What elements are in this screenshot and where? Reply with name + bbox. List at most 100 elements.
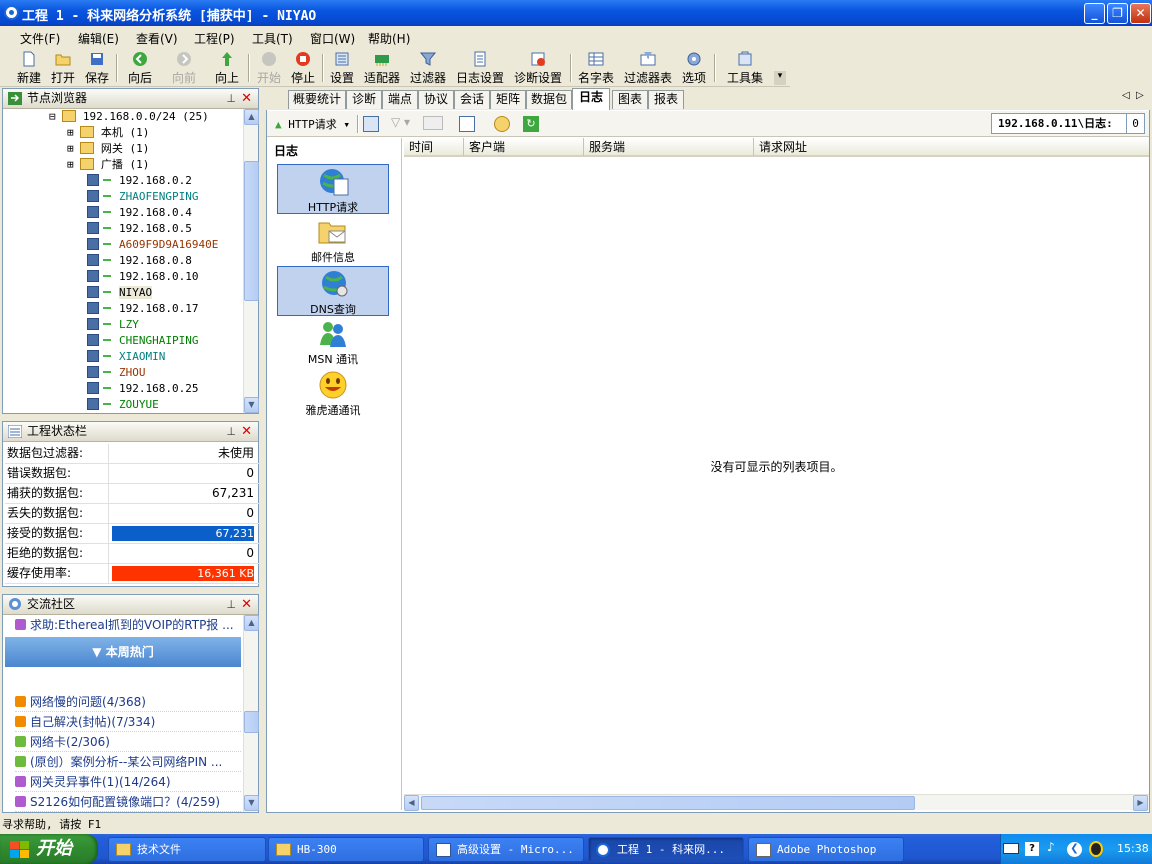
options-button[interactable]: 选项 <box>680 51 708 85</box>
toolbar-overflow-button[interactable]: ▾ <box>774 71 786 85</box>
tree-group[interactable]: ⊞ 广播 (1) <box>67 157 149 173</box>
node-item[interactable]: A609F9D9A16940E <box>87 237 218 253</box>
hot-topic-link[interactable]: 自己解决(封帖)(7/334) <box>15 712 241 732</box>
qq-icon[interactable] <box>1089 841 1103 857</box>
tab-scroll-right-icon[interactable]: ▷ <box>1136 90 1144 101</box>
node-item[interactable]: 192.168.0.2 <box>87 173 192 189</box>
nav-dns-query[interactable]: DNS查询 <box>277 266 389 316</box>
filter-disabled-icon[interactable]: ▽ ▾ <box>391 115 410 129</box>
scroll-down-button[interactable]: ▼ <box>244 795 259 811</box>
nav-yahoo-messenger[interactable]: 雅虎通通讯 <box>277 368 389 418</box>
node-item[interactable]: 192.168.0.4 <box>87 205 192 221</box>
node-tree[interactable]: ⊟ 192.168.0.0/24 (25) ⊞ 本机 (1) ⊞ 网关 (1) … <box>3 109 243 413</box>
node-item[interactable]: ZHAOFENGPING <box>87 189 198 205</box>
hot-topic-link[interactable]: S2126如何配置镜像端口？(4/259) <box>15 792 241 812</box>
volume-icon[interactable]: ♪ <box>1047 840 1055 854</box>
column-header-server[interactable]: 服务端 <box>584 138 754 157</box>
settings-button[interactable]: 设置 <box>328 51 356 85</box>
node-item[interactable]: XIAOMIN <box>87 349 165 365</box>
columns-icon[interactable] <box>459 116 475 132</box>
pin-icon[interactable]: ⊥ <box>226 422 236 441</box>
node-item[interactable]: ZOUYUE <box>87 397 159 413</box>
task-advanced-settings[interactable]: 高级设置 - Micro... <box>428 837 584 862</box>
menu-project[interactable]: 工程(P) <box>194 30 235 47</box>
minimize-button[interactable]: _ <box>1084 3 1105 24</box>
log-list-hscrollbar[interactable]: ◀ ▶ <box>404 794 1149 811</box>
http-request-dropdown[interactable]: ▲ HTTP请求 ▾ <box>275 116 350 132</box>
column-header-time[interactable]: 时间 <box>404 138 464 157</box>
scroll-up-button[interactable]: ▲ <box>244 615 259 631</box>
keyboard-icon[interactable] <box>1003 843 1019 854</box>
tab-report[interactable]: 报表 <box>648 90 684 109</box>
save-button[interactable]: 保存 <box>82 51 112 85</box>
refresh-icon[interactable]: ↻ <box>523 116 539 132</box>
scroll-thumb[interactable] <box>244 711 259 733</box>
column-header-url[interactable]: 请求网址 <box>754 138 1149 157</box>
menu-window[interactable]: 窗口(W) <box>310 30 355 47</box>
clock[interactable]: 15:38 <box>1117 842 1149 855</box>
name-table-button[interactable]: 名字表 <box>576 51 616 85</box>
export-disabled-icon[interactable] <box>423 116 443 130</box>
forward-button[interactable]: 向前 <box>166 51 202 85</box>
hscroll-thumb[interactable] <box>421 796 915 810</box>
close-panel-icon[interactable]: ✕ <box>241 89 252 108</box>
task-tech-docs[interactable]: 技术文件 <box>108 837 266 862</box>
log-list[interactable]: 时间 客户端 服务端 请求网址 没有可显示的列表项目。 ◀ ▶ <box>404 138 1149 811</box>
node-item[interactable]: 192.168.0.8 <box>87 253 192 269</box>
node-item[interactable]: 192.168.0.25 <box>87 381 198 397</box>
scroll-up-button[interactable]: ▲ <box>244 109 259 125</box>
up-button[interactable]: 向上 <box>212 51 242 85</box>
tab-endpoints[interactable]: 端点 <box>382 90 418 109</box>
community-top-link[interactable]: 求助:Ethereal抓到的VOIP的RTP报 ... <box>15 615 234 635</box>
filter-button[interactable]: 过滤器 <box>408 51 448 85</box>
node-item[interactable]: 192.168.0.5 <box>87 221 192 237</box>
adapter-button[interactable]: 适配器 <box>362 51 402 85</box>
tab-summary[interactable]: 概要统计 <box>288 90 346 109</box>
close-panel-icon[interactable]: ✕ <box>241 595 252 614</box>
tab-packets[interactable]: 数据包 <box>526 90 572 109</box>
close-panel-icon[interactable]: ✕ <box>241 422 252 441</box>
title-bar[interactable]: 工程 1 - 科来网络分析系统 [捕获中] - NIYAO _ ❐ ✕ <box>0 0 1152 26</box>
scroll-down-button[interactable]: ▼ <box>244 397 259 413</box>
node-item[interactable]: 192.168.0.10 <box>87 269 198 285</box>
tree-subnet[interactable]: ⊟ 192.168.0.0/24 (25) <box>49 109 209 125</box>
menu-file[interactable]: 文件(F) <box>20 30 60 47</box>
tab-sessions[interactable]: 会话 <box>454 90 490 109</box>
nav-mail-info[interactable]: 邮件信息 <box>277 215 389 265</box>
menu-help[interactable]: 帮助(H) <box>368 30 410 47</box>
help-icon[interactable]: ? <box>1025 842 1039 856</box>
scroll-thumb[interactable] <box>244 161 259 301</box>
node-item[interactable]: CHENGHAIPING <box>87 333 198 349</box>
tab-protocols[interactable]: 协议 <box>418 90 454 109</box>
nav-msn[interactable]: MSN 通讯 <box>277 317 389 367</box>
hot-topic-link[interactable]: (原创）案例分析--某公司网络PIN ... <box>15 752 241 772</box>
tab-chart[interactable]: 图表 <box>612 90 648 109</box>
close-button[interactable]: ✕ <box>1130 3 1151 24</box>
diagnosis-settings-button[interactable]: 诊断设置 <box>512 51 564 85</box>
node-item[interactable]: 192.168.0.17 <box>87 301 198 317</box>
node-view-icon[interactable] <box>363 116 379 132</box>
stop-capture-button[interactable]: 停止 <box>288 51 318 85</box>
new-button[interactable]: 新建 <box>14 51 44 85</box>
pin-icon[interactable]: ⊥ <box>226 89 236 108</box>
task-hb300[interactable]: HB-300 <box>268 837 424 862</box>
filter-table-button[interactable]: 过滤器表 <box>622 51 674 85</box>
tab-diagnosis[interactable]: 诊断 <box>346 90 382 109</box>
tray-expand-icon[interactable]: ❮ <box>1067 842 1082 857</box>
open-button[interactable]: 打开 <box>48 51 78 85</box>
hot-topic-link[interactable]: 网络卡(2/306) <box>15 732 241 752</box>
community-scrollbar[interactable]: ▲ ▼ <box>243 615 259 812</box>
task-project-1[interactable]: 工程 1 - 科来网... <box>588 837 744 862</box>
start-capture-button[interactable]: 开始 <box>254 51 284 85</box>
node-item[interactable]: ZHOU <box>87 365 146 381</box>
node-item[interactable]: LZY <box>87 317 139 333</box>
log-settings-button[interactable]: 日志设置 <box>454 51 506 85</box>
tree-group[interactable]: ⊞ 本机 (1) <box>67 125 149 141</box>
node-item[interactable]: NIYAO <box>87 285 153 301</box>
hot-topic-link[interactable]: 网络慢的问题(4/368) <box>15 692 241 712</box>
tab-scroll-left-icon[interactable]: ◁ <box>1122 90 1130 101</box>
pin-icon[interactable]: ⊥ <box>226 595 236 614</box>
toolset-button[interactable]: 工具集 <box>720 51 770 85</box>
menu-view[interactable]: 查看(V) <box>136 30 178 47</box>
menu-edit[interactable]: 编辑(E) <box>78 30 119 47</box>
